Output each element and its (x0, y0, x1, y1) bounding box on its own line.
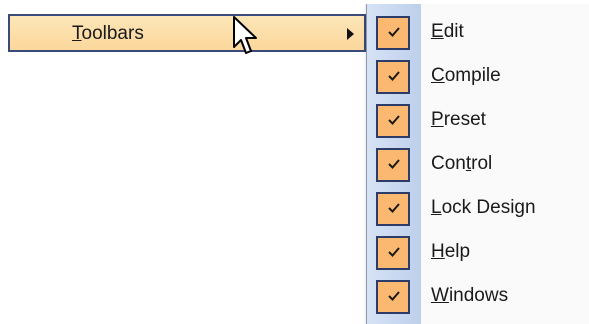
menu-item-label: Preset (431, 109, 486, 130)
checkmark-icon (388, 203, 400, 213)
mnemonic-letter: T (72, 23, 82, 44)
checkbox-compile[interactable] (376, 60, 410, 94)
checkbox-preset[interactable] (376, 104, 410, 138)
menu-item-control[interactable]: Control (367, 142, 589, 186)
checkmark-icon (388, 115, 400, 125)
toolbars-submenu: Edit Compile Preset Control Lock Design … (363, 4, 589, 324)
menu-item-label: Control (431, 153, 493, 174)
checkbox-lock-design[interactable] (376, 192, 410, 226)
menu-item-windows[interactable]: Windows (367, 274, 589, 318)
menu-item-lock-design[interactable]: Lock Design (367, 186, 589, 230)
checkmark-icon (388, 247, 400, 257)
menu-item-help[interactable]: Help (367, 230, 589, 274)
menu-item-edit[interactable]: Edit (367, 10, 589, 54)
checkmark-icon (388, 291, 400, 301)
pointer-cursor-icon (233, 16, 257, 54)
menu-item-label: Lock Design (431, 197, 536, 218)
menu-item-label: Edit (431, 21, 464, 42)
checkbox-windows[interactable] (376, 280, 410, 314)
checkbox-edit[interactable] (376, 16, 410, 50)
chevron-right-icon (347, 28, 354, 40)
menu-item-toolbars[interactable]: Toolbars (8, 14, 366, 52)
label-rest: oolbars (81, 23, 144, 44)
menu-item-toolbars-label: Toolbars (72, 24, 144, 44)
checkmark-icon (388, 71, 400, 81)
menu-item-label: Windows (431, 285, 509, 306)
checkmark-icon (388, 159, 400, 169)
checkbox-help[interactable] (376, 236, 410, 270)
menu-item-label: Help (431, 241, 471, 262)
menu-item-compile[interactable]: Compile (367, 54, 589, 98)
checkmark-icon (388, 27, 400, 37)
menu-item-preset[interactable]: Preset (367, 98, 589, 142)
checkbox-control[interactable] (376, 148, 410, 182)
menu-item-label: Compile (431, 65, 501, 86)
